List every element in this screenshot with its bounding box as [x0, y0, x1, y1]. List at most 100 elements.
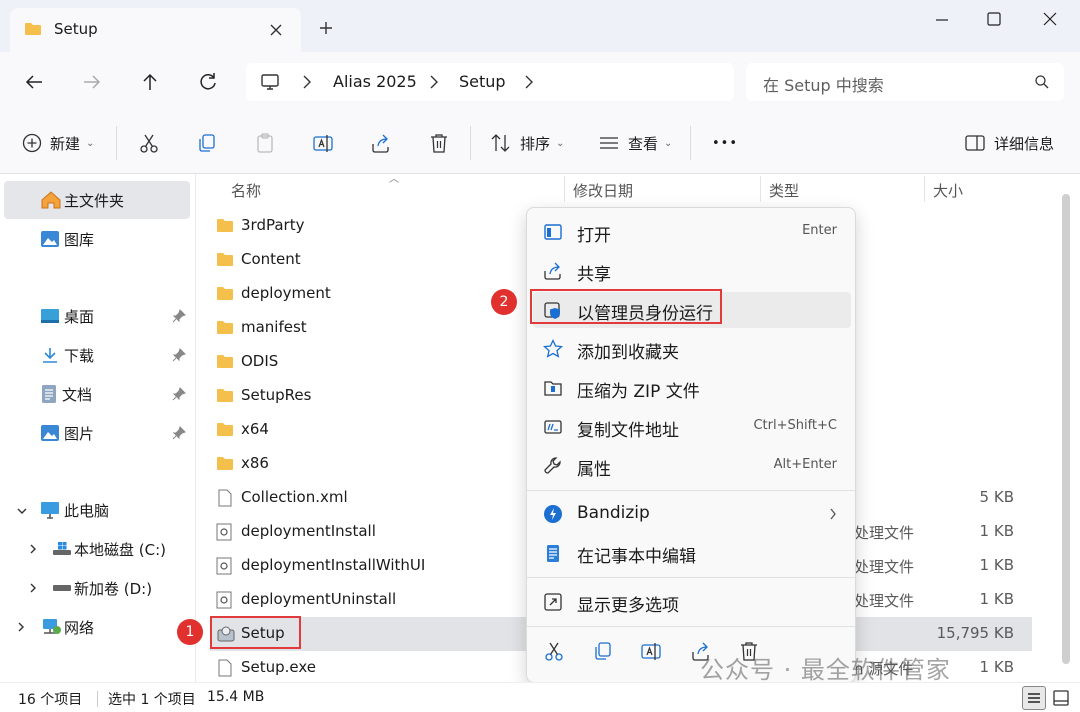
folder-icon	[24, 22, 42, 36]
copy-icon[interactable]	[196, 131, 218, 155]
chevron-right-icon[interactable]	[429, 74, 439, 90]
menu-item-open[interactable]: 打开 Enter	[533, 214, 851, 250]
rename-icon[interactable]	[312, 131, 334, 155]
share-icon[interactable]	[370, 131, 392, 155]
sidebar-item-desktop[interactable]: 桌面	[40, 298, 94, 334]
chevron-right-icon[interactable]	[302, 74, 312, 90]
menu-item-edit-notepad[interactable]: 在记事本中编辑	[533, 535, 851, 571]
sidebar-item-this-pc[interactable]: 此电脑	[40, 492, 109, 528]
menu-item-copy-path[interactable]: 复制文件地址 Ctrl+Shift+C	[533, 409, 851, 445]
chevron-right-icon[interactable]	[28, 543, 38, 555]
paste-icon[interactable]	[254, 131, 276, 155]
pin-icon[interactable]	[172, 387, 186, 401]
close-window-button[interactable]	[1038, 8, 1062, 32]
document-icon	[40, 384, 58, 404]
pin-icon[interactable]	[172, 309, 186, 323]
sidebar-label-desktop: 桌面	[64, 307, 95, 326]
sidebar-label-network: 网络	[64, 618, 95, 637]
sidebar-label-drive-c: 本地磁盘 (C:)	[74, 540, 166, 559]
chevron-right-icon[interactable]	[28, 582, 38, 594]
sidebar-item-drive-d[interactable]: 新加卷 (D:)	[52, 570, 152, 606]
navigation-pane: 主文件夹 图库 桌面 下载 文档 图片 此电脑 本地磁盘 (C:) 新加卷 (D…	[0, 174, 196, 682]
pin-icon[interactable]	[172, 348, 186, 362]
file-size: 5 KB	[979, 488, 1014, 506]
file-name: SetupRes	[241, 386, 312, 404]
up-button[interactable]	[138, 70, 162, 94]
menu-item-add-favorite[interactable]: 添加到收藏夹	[533, 331, 851, 367]
sidebar-item-documents[interactable]: 文档	[40, 376, 92, 412]
sort-label: 排序	[520, 134, 551, 153]
tab-title: Setup	[54, 20, 98, 38]
pictures-icon	[40, 424, 60, 442]
document-icon	[218, 659, 232, 677]
column-header-size[interactable]: 大小	[933, 180, 963, 201]
pin-icon[interactable]	[172, 426, 186, 440]
wrench-icon	[543, 456, 563, 476]
column-divider	[924, 176, 925, 202]
vertical-scrollbar[interactable]	[1062, 194, 1070, 664]
details-button[interactable]: 详细信息	[964, 131, 1054, 155]
new-tab-button[interactable]	[318, 20, 334, 36]
sidebar-label-downloads: 下载	[64, 346, 95, 365]
menu-label: 属性	[577, 460, 611, 480]
menu-item-bandizip[interactable]: Bandizip	[533, 496, 851, 532]
copy-icon[interactable]	[592, 640, 614, 662]
search-icon	[1034, 74, 1050, 90]
column-header-type[interactable]: 类型	[769, 180, 799, 201]
folder-icon	[216, 456, 234, 471]
sidebar-item-downloads[interactable]: 下载	[40, 337, 94, 373]
view-label: 查看	[628, 134, 659, 153]
folder-icon	[216, 320, 234, 335]
notepad-icon	[543, 543, 563, 563]
sidebar-item-gallery[interactable]: 图库	[40, 221, 94, 257]
menu-item-properties[interactable]: 属性 Alt+Enter	[533, 448, 851, 484]
more-options-button[interactable]: •••	[712, 131, 738, 155]
column-header-modified[interactable]: 修改日期	[573, 180, 633, 201]
menu-item-share[interactable]: 共享	[533, 253, 851, 289]
close-tab-icon[interactable]	[266, 20, 286, 40]
status-bar: 16 个项目 选中 1 个项目 15.4 MB	[0, 682, 1080, 712]
menu-divider	[527, 626, 855, 627]
minimize-button[interactable]	[930, 8, 954, 32]
refresh-button[interactable]	[196, 70, 220, 94]
menu-label: Bandizip	[577, 503, 650, 523]
column-header-name[interactable]: 名称	[231, 180, 261, 201]
menu-item-compress-zip[interactable]: 压缩为 ZIP 文件	[533, 370, 851, 406]
gallery-icon	[40, 230, 60, 248]
breadcrumb-alias-2025[interactable]: Alias 2025	[333, 72, 417, 91]
forward-button[interactable]	[80, 70, 104, 94]
view-button[interactable]: 查看 ⌄	[598, 131, 672, 155]
maximize-button[interactable]	[982, 8, 1006, 32]
toolbar-divider	[116, 126, 117, 160]
details-view-button[interactable]	[1022, 686, 1046, 710]
sort-button[interactable]: 排序 ⌄	[490, 131, 564, 155]
tiles-view-button[interactable]	[1050, 687, 1072, 709]
menu-item-show-more[interactable]: 显示更多选项	[533, 584, 851, 620]
sidebar-item-home[interactable]: 主文件夹	[40, 182, 124, 218]
tab-setup[interactable]: Setup	[10, 8, 301, 52]
sidebar-item-pictures[interactable]: 图片	[40, 415, 94, 451]
context-menu: 打开 Enter 共享 以管理员身份运行 添加到收藏夹 压缩为 ZIP 文件 复…	[526, 207, 856, 683]
rename-icon[interactable]	[640, 640, 662, 662]
delete-icon[interactable]	[428, 131, 450, 155]
file-name: deployment	[241, 284, 331, 302]
step-badge-2: 2	[491, 289, 517, 315]
menu-label: 复制文件地址	[577, 421, 679, 441]
sidebar-item-drive-c[interactable]: 本地磁盘 (C:)	[52, 531, 166, 567]
file-size: 1 KB	[979, 522, 1014, 540]
menu-shortcut: Enter	[802, 223, 837, 238]
details-pane-icon	[964, 132, 986, 154]
chevron-right-icon[interactable]	[524, 74, 534, 90]
address-row: Alias 2025 Setup 在 Setup 中搜索	[0, 52, 1080, 112]
chevron-right-icon[interactable]	[16, 621, 26, 633]
address-bar[interactable]: Alias 2025 Setup	[246, 63, 734, 101]
cut-icon[interactable]	[543, 640, 565, 662]
sidebar-item-network[interactable]: 网络	[40, 609, 94, 645]
breadcrumb-setup[interactable]: Setup	[459, 72, 506, 91]
back-button[interactable]	[22, 70, 46, 94]
file-name: deploymentUninstall	[241, 590, 397, 608]
cut-icon[interactable]	[138, 131, 160, 155]
chevron-down-icon[interactable]	[16, 505, 28, 517]
search-input[interactable]: 在 Setup 中搜索	[746, 63, 1064, 101]
new-button[interactable]: 新建 ⌄	[22, 131, 94, 155]
